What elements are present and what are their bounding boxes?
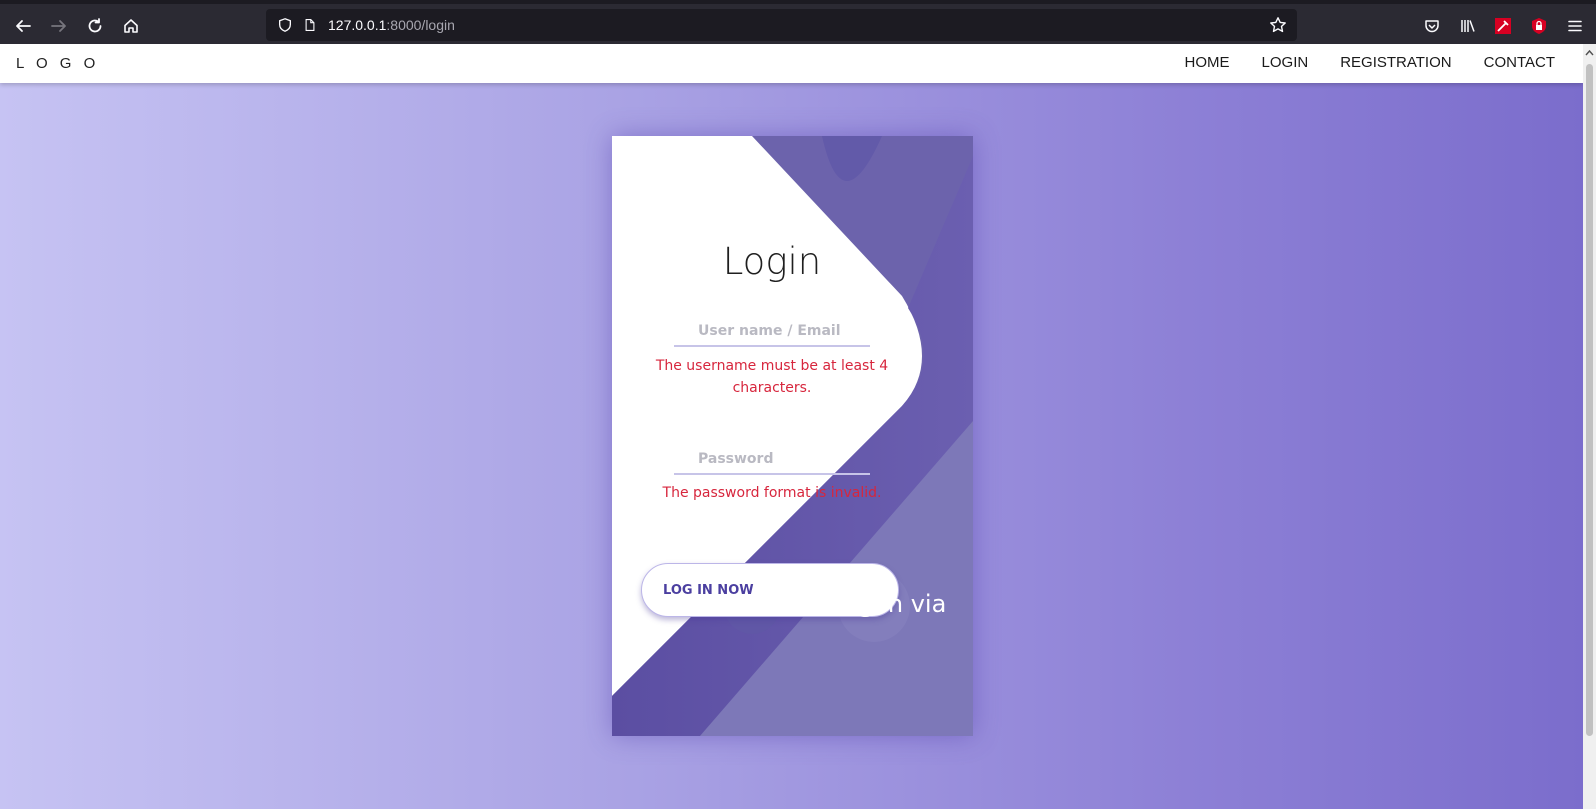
library-icon[interactable] [1455,13,1481,39]
star-icon[interactable] [1269,16,1287,34]
login-via-label: log in via [837,590,947,618]
page-viewport: L O G O HOME LOGIN REGISTRATION CONTACT [0,44,1583,809]
url-text[interactable]: 127.0.0.1:8000/login [328,17,455,33]
address-bar[interactable]: 127.0.0.1:8000/login [266,9,1297,41]
scrollbar-thumb[interactable] [1586,64,1593,736]
url-host: 127.0.0.1 [328,17,387,33]
password-error: The password format is invalid. [662,485,882,501]
site-logo[interactable]: L O G O [16,55,99,72]
extension-icon[interactable] [1490,13,1516,39]
password-field[interactable] [674,445,870,475]
site-nav: HOME LOGIN REGISTRATION CONTACT [1153,54,1555,71]
nav-home[interactable]: HOME [1185,54,1230,71]
card-decoration [612,136,973,736]
nav-login[interactable]: LOGIN [1262,54,1309,71]
site-header: L O G O HOME LOGIN REGISTRATION CONTACT [0,44,1583,83]
shield-icon[interactable] [276,16,294,34]
page-scrollbar[interactable] [1583,44,1596,809]
page-title: Login [722,240,822,283]
reload-icon[interactable] [81,12,109,40]
username-error: The username must be at least 4 characte… [655,358,889,396]
nav-contact[interactable]: CONTACT [1484,54,1555,71]
nav-registration[interactable]: REGISTRATION [1340,54,1451,71]
login-card: Login The username must be at least 4 ch… [612,136,973,736]
page-icon [301,16,319,34]
lock-extension-icon[interactable] [1526,13,1552,39]
username-field[interactable] [674,317,870,347]
scroll-up-arrow-icon[interactable] [1585,48,1594,57]
pocket-icon[interactable] [1419,13,1445,39]
hamburger-menu-icon[interactable] [1562,13,1588,39]
forward-arrow-icon[interactable] [45,12,73,40]
url-path: :8000/login [386,17,455,33]
browser-toolbar: 127.0.0.1:8000/login [0,0,1596,44]
back-arrow-icon[interactable] [9,12,37,40]
home-icon[interactable] [117,12,145,40]
